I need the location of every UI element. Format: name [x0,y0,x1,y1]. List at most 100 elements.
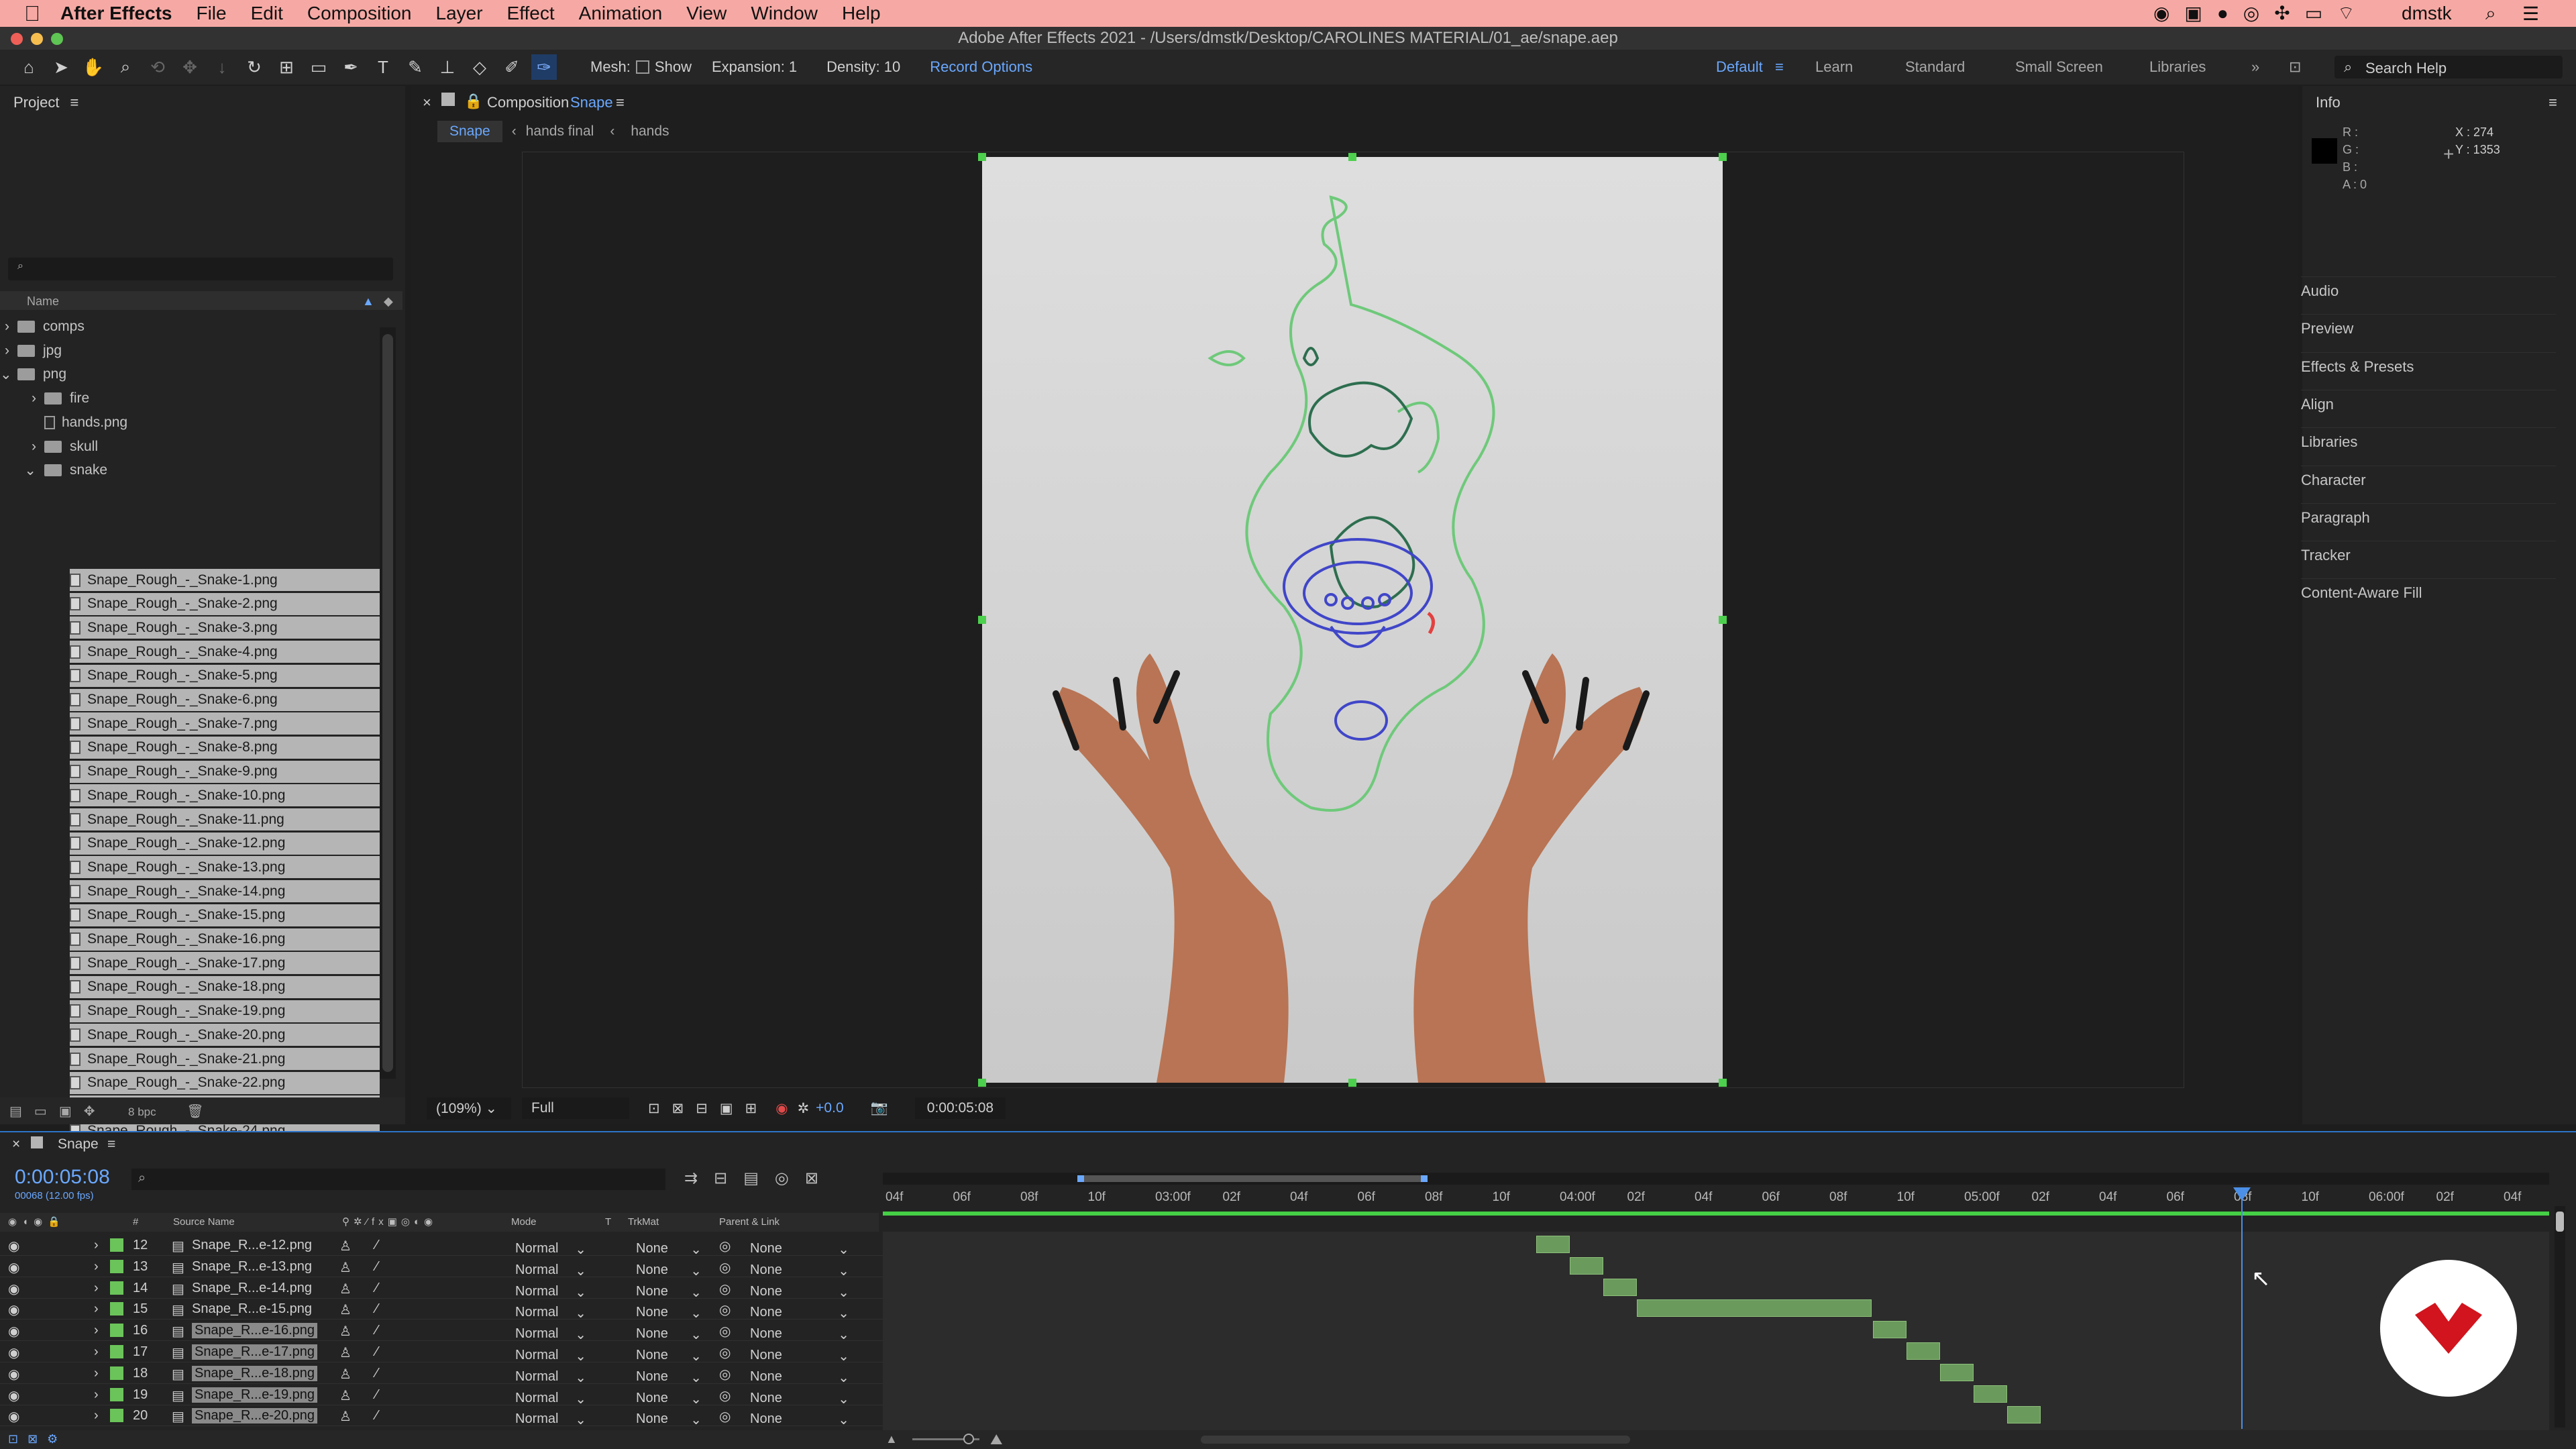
layer-color-label[interactable] [110,1281,123,1295]
rotate-tool-icon[interactable]: ↻ [241,54,267,80]
shy-switch-icon[interactable]: ♙ [339,1344,352,1361]
column-t[interactable]: T [605,1216,611,1228]
layer-color-label[interactable] [110,1259,123,1273]
density-value[interactable]: Density: 10 [826,58,900,76]
expand-layer-icon[interactable]: › [94,1323,99,1338]
layer-color-label[interactable] [110,1238,123,1252]
new-comp-icon[interactable]: ▣ [59,1104,84,1119]
label-tag-icon[interactable]: ◆ [384,294,393,309]
zoom-out-icon[interactable]: ▲ [885,1432,898,1446]
layer-search-input[interactable]: ⌕ [131,1169,665,1190]
expand-layer-icon[interactable]: › [94,1281,99,1296]
more-workspaces-icon[interactable]: » [2251,58,2259,76]
project-file-item[interactable]: Snape_Rough_-_Snake-16.png [70,928,380,951]
layer-row[interactable]: ◉ › 15 ▤ Snape_R...e-15.png ♙ ⁄ Normal ⌄ None ⌄ ◎ No… [0,1298,885,1321]
column-trkmat[interactable]: TrkMat [628,1216,659,1228]
type-tool-icon[interactable]: T [370,54,396,80]
project-file-item[interactable]: Snape_Rough_-_Snake-9.png [70,760,380,783]
shy-switch-icon[interactable]: ♙ [339,1366,352,1383]
shy-switch-icon[interactable]: ♙ [339,1301,352,1318]
name-column-header[interactable]: Name ▲ ◆ [0,291,402,310]
timeline-scrollbar[interactable] [2555,1206,2565,1428]
bounding-handle[interactable] [1348,1079,1356,1087]
zoom-window-button[interactable] [51,33,63,45]
menu-composition[interactable]: Composition [307,3,412,24]
snapshot-icon[interactable]: 📷 [871,1100,888,1116]
project-file-item[interactable]: Snape_Rough_-_Snake-5.png [70,664,380,687]
spotlight-icon[interactable]: ⌕ [2485,3,2496,25]
av-switch-icons[interactable]: ◉◖◉🔒 [8,1216,66,1228]
quality-switch-icon[interactable]: ⁄ [376,1344,378,1360]
project-folder-hands-png[interactable]: hands.png [0,411,376,434]
project-file-item[interactable]: Snape_Rough_-_Snake-18.png [70,975,380,998]
disclosure-icon[interactable]: › [0,319,9,335]
layer-switch-icons[interactable]: ⚲✲⁄fx▣◎◐◉ [342,1216,437,1228]
project-search-input[interactable]: ⌕ [8,258,393,280]
layer-duration-bar[interactable] [2007,1406,2041,1424]
bounding-handle[interactable] [978,1079,986,1087]
eye-icon[interactable]: ◉ [8,1387,19,1404]
work-area-bar[interactable] [883,1173,2549,1185]
layer-row[interactable]: ◉ › 19 ▤ Snape_R...e-19.png ♙ ⁄ Normal ⌄ None ⌄ ◎ No… [0,1384,885,1407]
project-file-item[interactable]: Snape_Rough_-_Snake-4.png [70,641,380,663]
layer-color-label[interactable] [110,1366,123,1380]
timeline-tracks[interactable] [883,1232,2549,1430]
interpret-footage-icon[interactable]: ▤ [9,1104,34,1119]
project-folder-comps[interactable]: › comps [0,315,376,338]
layer-row[interactable]: ◉ › 18 ▤ Snape_R...e-18.png ♙ ⁄ Normal ⌄ None ⌄ ◎ No… [0,1362,885,1385]
shy-switch-icon[interactable]: ♙ [339,1259,352,1276]
eye-icon[interactable]: ◉ [8,1344,19,1361]
exposure-value[interactable]: +0.0 [816,1100,843,1116]
menu-layer[interactable]: Layer [436,3,483,24]
quality-switch-icon[interactable]: ⁄ [376,1259,378,1275]
color-channel-icon[interactable]: ◉ [775,1100,788,1117]
layer-duration-bar[interactable] [1873,1321,1907,1339]
comp-color-label[interactable] [31,1136,43,1148]
bounding-handle[interactable] [978,616,986,624]
expand-layer-icon[interactable]: › [94,1344,99,1360]
layer-name[interactable]: Snape_R...e-14.png [192,1281,312,1296]
project-file-item[interactable]: Snape_Rough_-_Snake-12.png [70,832,380,855]
bit-depth-button[interactable]: 8 bpc [128,1106,156,1118]
eye-icon[interactable]: ◉ [8,1301,19,1318]
comp-menu-icon[interactable]: ≡ [616,94,625,111]
comp-color-label[interactable] [441,93,455,106]
expand-layer-icon[interactable]: › [94,1408,99,1424]
panel-libraries[interactable]: Libraries [2301,427,2556,451]
project-file-item[interactable]: Snape_Rough_-_Snake-6.png [70,688,380,711]
bounding-handle[interactable] [978,153,986,161]
menu-view[interactable]: View [686,3,727,24]
project-file-item[interactable]: Snape_Rough_-_Snake-13.png [70,856,380,879]
column-source-name[interactable]: Source Name [173,1216,235,1228]
sync-settings-icon[interactable]: ⊡ [2289,58,2301,76]
eye-icon[interactable]: ◉ [8,1408,19,1425]
layer-color-label[interactable] [110,1302,123,1316]
column-mode[interactable]: Mode [511,1216,537,1228]
panel-align[interactable]: Align [2301,389,2556,413]
expand-layer-icon[interactable]: › [94,1387,99,1403]
breadcrumb-snape[interactable]: Snape [437,121,502,142]
bounding-handle[interactable] [1348,153,1356,161]
sort-arrow-icon[interactable]: ▲ [362,294,374,309]
search-help-input[interactable]: Search Help [2334,56,2563,78]
project-file-item[interactable]: Snape_Rough_-_Snake-21.png [70,1048,380,1070]
menu-edit[interactable]: Edit [251,3,283,24]
disclosure-icon[interactable]: ⌄ [0,462,36,479]
disclosure-icon[interactable]: › [0,439,36,455]
record-options-link[interactable]: Record Options [930,58,1032,76]
quality-switch-icon[interactable]: ⁄ [376,1301,378,1317]
timeline-tab-name[interactable]: Snape [58,1136,99,1152]
orbit-tool-icon[interactable]: ⟲ [145,54,170,80]
project-file-item[interactable]: Snape_Rough_-_Snake-20.png [70,1024,380,1046]
delete-icon[interactable]: 🗑 [186,1104,215,1119]
quality-switch-icon[interactable]: ⁄ [376,1366,378,1381]
layer-color-label[interactable] [110,1387,123,1401]
panel-menu-icon[interactable]: ≡ [2548,94,2557,111]
zoom-slider[interactable] [912,1434,979,1444]
menu-file[interactable]: File [196,3,226,24]
timeline-switch-icons[interactable]: ⇉⊟▤◎⊠ [684,1169,835,1188]
rectangle-tool-icon[interactable]: ▭ [306,54,331,80]
layer-duration-bar[interactable] [1974,1385,2007,1403]
project-folder-snake[interactable]: ⌄ snake [0,459,376,482]
quality-switch-icon[interactable]: ⁄ [376,1408,378,1424]
